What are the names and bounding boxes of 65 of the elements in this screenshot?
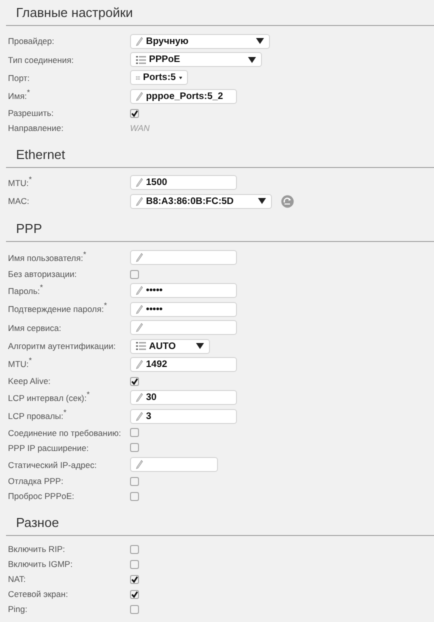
- checkbox[interactable]: [130, 590, 139, 599]
- field-label: Имя сервиса:: [8, 322, 62, 333]
- checkbox[interactable]: [130, 544, 139, 554]
- input-field[interactable]: •••••: [130, 283, 237, 298]
- field-label: NAT:: [8, 574, 27, 584]
- checkbox[interactable]: [130, 560, 139, 569]
- checkbox[interactable]: [130, 270, 139, 279]
- field-label: Порт:: [8, 72, 31, 83]
- list-icon: [136, 341, 146, 352]
- caret-icon: [178, 74, 182, 81]
- input-field[interactable]: 30: [130, 390, 237, 406]
- field-label: Тип соединения:: [8, 54, 75, 65]
- field-label: Соединение по требованию:: [8, 428, 122, 438]
- caret-icon: [256, 38, 264, 44]
- field-label: Включить IGMP:: [8, 559, 74, 570]
- section-heading: PPP: [16, 221, 42, 236]
- field-label: Ping:: [8, 604, 28, 614]
- pencil-icon: [136, 460, 143, 470]
- section-heading: Главные настройки: [16, 5, 133, 20]
- dropdown[interactable]: AUTO: [130, 338, 210, 354]
- section-heading: Ethernet: [16, 146, 66, 162]
- field-label: Включить RIP:: [8, 544, 66, 554]
- checkbox[interactable]: [130, 428, 139, 438]
- field-label: Без авторизации:: [8, 269, 78, 280]
- pencil-icon: [136, 253, 143, 262]
- field-label: Отладка PPP:: [8, 476, 64, 486]
- dropdown[interactable]: Ports:5: [130, 70, 188, 86]
- field-label: Провайдер:: [8, 36, 56, 46]
- checkbox[interactable]: [130, 574, 139, 584]
- field-label: Направление:: [8, 123, 64, 134]
- input-field[interactable]: pppoe_Ports:5_2: [130, 88, 237, 104]
- caret-icon: [248, 56, 256, 63]
- field-label: PPP IP расширение:: [8, 442, 90, 453]
- dropdown[interactable]: PPPoE: [130, 52, 262, 68]
- caret-icon: [196, 343, 204, 350]
- combo-box[interactable]: Вручную: [130, 34, 270, 49]
- input-field[interactable]: 3: [130, 408, 237, 424]
- caret-icon: [258, 198, 266, 204]
- input-field[interactable]: •••••: [130, 302, 237, 317]
- field-label: Статический IP-адрес:: [8, 460, 98, 470]
- field-label: Сетевой экран:: [8, 589, 69, 600]
- list-icon: [136, 54, 146, 65]
- checkbox[interactable]: [130, 476, 139, 486]
- input-field[interactable]: [130, 320, 237, 336]
- field-label: Разрешить:: [8, 108, 55, 118]
- section-heading: Разное: [16, 514, 59, 530]
- field-label: MAC:: [8, 196, 30, 206]
- refresh-button[interactable]: [281, 194, 294, 208]
- input-field[interactable]: 1500: [130, 175, 237, 190]
- field-label: Алгоритм аутентификации:: [8, 341, 117, 352]
- checkbox[interactable]: [130, 108, 139, 118]
- pencil-icon: [136, 92, 143, 101]
- pencil-icon: [136, 360, 143, 369]
- combo-box[interactable]: B8:A3:86:0B:FC:5D: [130, 194, 272, 209]
- input-field[interactable]: [130, 250, 237, 266]
- checkbox[interactable]: [130, 443, 139, 452]
- checkbox[interactable]: [130, 376, 139, 386]
- field-label: Проброс PPPoE:: [8, 491, 76, 502]
- input-field[interactable]: 1492: [130, 356, 237, 372]
- field-value: WAN: [130, 123, 150, 134]
- input-field[interactable]: [130, 457, 218, 472]
- checkbox[interactable]: [130, 604, 139, 614]
- checkbox[interactable]: [130, 492, 139, 501]
- pencil-icon: [136, 36, 143, 46]
- field-label: Keep Alive:: [8, 376, 52, 386]
